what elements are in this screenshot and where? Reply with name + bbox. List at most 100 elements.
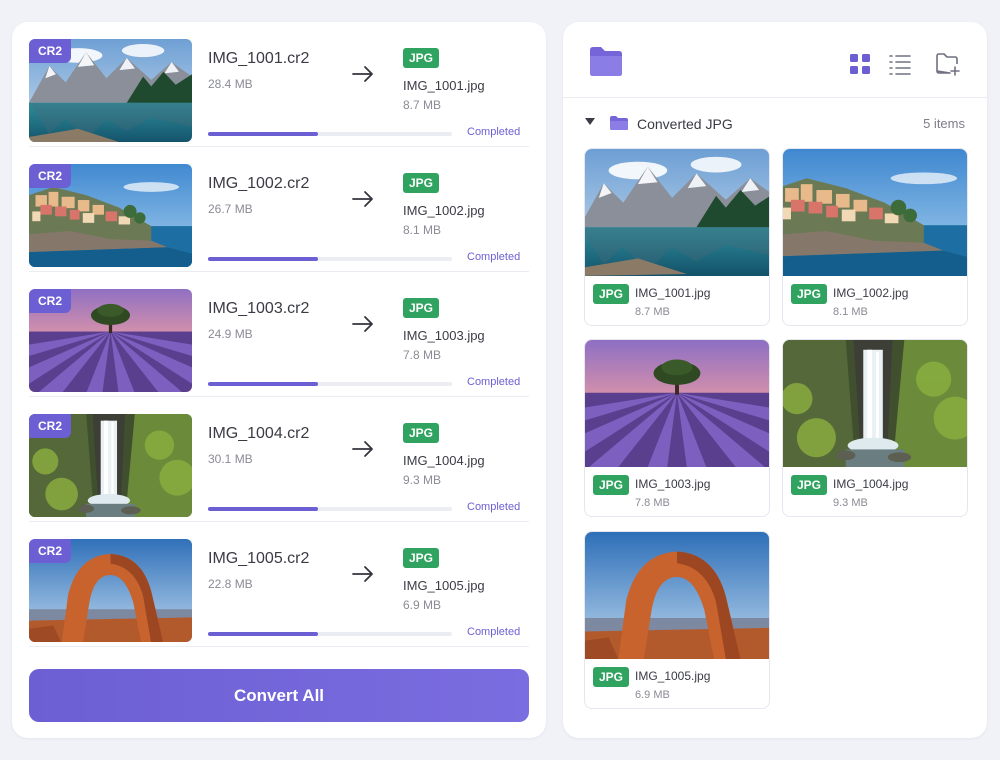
jpg-badge: JPG bbox=[403, 423, 440, 443]
status-label: Completed bbox=[467, 126, 521, 138]
source-thumbnail: CR2 bbox=[29, 39, 192, 142]
jpg-badge: JPG bbox=[403, 548, 440, 568]
cr2-badge: CR2 bbox=[29, 539, 72, 563]
source-filesize: 30.1 MB bbox=[208, 452, 253, 466]
jpg-badge: JPG bbox=[593, 284, 630, 304]
progress-bar bbox=[208, 382, 452, 386]
waterfall-photo bbox=[783, 340, 967, 467]
output-folder-panel: Converted JPG 5 items JPG IMG_1001.jpg 8… bbox=[563, 22, 987, 738]
file-thumbnail bbox=[585, 340, 769, 467]
output-filesize: 8.7 MB bbox=[403, 98, 442, 112]
status-label: Completed bbox=[467, 501, 521, 513]
jpg-badge: JPG bbox=[403, 48, 440, 68]
progress-bar bbox=[208, 132, 452, 136]
grid-view-icon[interactable] bbox=[849, 53, 871, 75]
jpg-badge: JPG bbox=[791, 284, 828, 304]
arrow-right-icon bbox=[352, 191, 373, 207]
conversion-row[interactable]: CR2 IMG_1004.cr2 30.1 MB JPG IMG_1004.jp… bbox=[29, 397, 529, 522]
status-label: Completed bbox=[467, 251, 521, 263]
source-thumbnail: CR2 bbox=[29, 414, 192, 517]
output-filename: IMG_1005.jpg bbox=[403, 578, 485, 593]
lavender-field-photo bbox=[585, 340, 769, 467]
progress-fill bbox=[208, 507, 318, 511]
output-filename: IMG_1002.jpg bbox=[403, 203, 485, 218]
progress-bar bbox=[208, 257, 452, 261]
file-name: IMG_1005.jpg bbox=[635, 669, 711, 683]
conversion-row[interactable]: CR2 IMG_1005.cr2 22.8 MB JPG IMG_1005.jp… bbox=[29, 522, 529, 647]
file-card[interactable]: JPG IMG_1002.jpg 8.1 MB bbox=[782, 148, 968, 326]
output-filesize: 6.9 MB bbox=[403, 598, 442, 612]
source-thumbnail: CR2 bbox=[29, 289, 192, 392]
file-card[interactable]: JPG IMG_1003.jpg 7.8 MB bbox=[584, 339, 770, 517]
cr2-badge: CR2 bbox=[29, 39, 72, 63]
source-filesize: 22.8 MB bbox=[208, 577, 253, 591]
conversion-row[interactable]: CR2 IMG_1002.cr2 26.7 MB JPG IMG_1002.jp… bbox=[29, 147, 529, 272]
file-thumbnail bbox=[585, 532, 769, 659]
file-size: 9.3 MB bbox=[833, 497, 868, 509]
folder-name: Converted JPG bbox=[637, 116, 733, 132]
conversion-row[interactable]: CR2 IMG_1001.cr2 28.4 MB JPG IMG_1001.jp… bbox=[29, 22, 529, 147]
source-thumbnail: CR2 bbox=[29, 539, 192, 642]
source-filesize: 26.7 MB bbox=[208, 202, 253, 216]
progress-fill bbox=[208, 132, 318, 136]
source-thumbnail: CR2 bbox=[29, 164, 192, 267]
progress-fill bbox=[208, 257, 318, 261]
mountain-lake-photo bbox=[585, 149, 769, 276]
cr2-badge: CR2 bbox=[29, 414, 72, 438]
source-filename: IMG_1002.cr2 bbox=[208, 175, 310, 192]
convert-all-button[interactable]: Convert All bbox=[29, 669, 529, 722]
conversion-list: CR2 IMG_1001.cr2 28.4 MB JPG IMG_1001.jp… bbox=[29, 22, 529, 647]
file-thumbnail bbox=[783, 149, 967, 276]
file-name: IMG_1004.jpg bbox=[833, 477, 909, 491]
file-name: IMG_1003.jpg bbox=[635, 477, 711, 491]
source-filesize: 24.9 MB bbox=[208, 327, 253, 341]
file-thumbnail bbox=[783, 340, 967, 467]
file-card[interactable]: JPG IMG_1001.jpg 8.7 MB bbox=[584, 148, 770, 326]
file-name: IMG_1001.jpg bbox=[635, 286, 711, 300]
cr2-badge: CR2 bbox=[29, 164, 72, 188]
item-count: 5 items bbox=[923, 116, 965, 131]
file-size: 7.8 MB bbox=[635, 497, 670, 509]
file-thumbnail bbox=[585, 149, 769, 276]
arrow-right-icon bbox=[352, 566, 373, 582]
file-size: 6.9 MB bbox=[635, 689, 670, 701]
jpg-badge: JPG bbox=[791, 475, 828, 495]
folder-icon bbox=[590, 47, 622, 76]
source-filename: IMG_1001.cr2 bbox=[208, 50, 310, 67]
arrow-right-icon bbox=[352, 66, 373, 82]
arrow-right-icon bbox=[352, 316, 373, 332]
folder-icon bbox=[610, 116, 628, 130]
output-filename: IMG_1004.jpg bbox=[403, 453, 485, 468]
conversion-row[interactable]: CR2 IMG_1003.cr2 24.9 MB JPG IMG_1003.jp… bbox=[29, 272, 529, 397]
panel-toolbar bbox=[563, 22, 987, 98]
jpg-badge: JPG bbox=[403, 298, 440, 318]
source-filesize: 28.4 MB bbox=[208, 77, 253, 91]
status-label: Completed bbox=[467, 376, 521, 388]
source-filename: IMG_1004.cr2 bbox=[208, 425, 310, 442]
rock-arch-photo bbox=[585, 532, 769, 659]
progress-fill bbox=[208, 382, 318, 386]
output-filename: IMG_1001.jpg bbox=[403, 78, 485, 93]
caret-down-icon[interactable] bbox=[585, 118, 595, 126]
cr2-badge: CR2 bbox=[29, 289, 72, 313]
source-filename: IMG_1003.cr2 bbox=[208, 300, 310, 317]
file-card[interactable]: JPG IMG_1004.jpg 9.3 MB bbox=[782, 339, 968, 517]
progress-fill bbox=[208, 632, 318, 636]
status-label: Completed bbox=[467, 626, 521, 638]
arrow-right-icon bbox=[352, 441, 373, 457]
file-size: 8.1 MB bbox=[833, 306, 868, 318]
list-view-icon[interactable] bbox=[889, 53, 911, 75]
progress-bar bbox=[208, 632, 452, 636]
source-filename: IMG_1005.cr2 bbox=[208, 550, 310, 567]
folder-header[interactable]: Converted JPG 5 items bbox=[585, 114, 965, 134]
file-card[interactable]: JPG IMG_1005.jpg 6.9 MB bbox=[584, 531, 770, 709]
file-name: IMG_1002.jpg bbox=[833, 286, 909, 300]
file-size: 8.7 MB bbox=[635, 306, 670, 318]
output-filesize: 7.8 MB bbox=[403, 348, 442, 362]
jpg-badge: JPG bbox=[403, 173, 440, 193]
output-filename: IMG_1003.jpg bbox=[403, 328, 485, 343]
output-filesize: 9.3 MB bbox=[403, 473, 442, 487]
jpg-badge: JPG bbox=[593, 475, 630, 495]
new-folder-icon[interactable] bbox=[935, 52, 961, 76]
coastal-village-photo bbox=[783, 149, 967, 276]
